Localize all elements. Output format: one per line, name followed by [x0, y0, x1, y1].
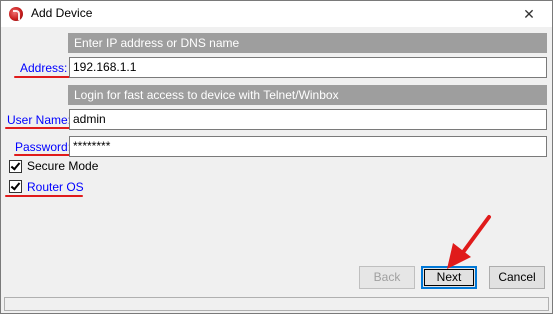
red-arrow-icon [447, 215, 491, 269]
add-device-dialog: Add Device ✕ Enter IP address or DNS nam… [0, 0, 553, 314]
back-button[interactable]: Back [359, 266, 415, 289]
router-os-annotation-underline [5, 195, 83, 197]
password-label: Password: [15, 140, 72, 154]
address-section-header: Enter IP address or DNS name [68, 33, 547, 53]
title-bar: Add Device ✕ [1, 1, 552, 27]
router-os-label: Router OS [27, 180, 84, 194]
app-icon [9, 7, 23, 21]
secure-mode-label: Secure Mode [27, 159, 99, 173]
secure-mode-checkbox[interactable] [9, 160, 22, 173]
check-icon [10, 180, 21, 191]
password-input[interactable]: ******** [69, 136, 547, 157]
status-bar [4, 297, 549, 311]
address-input[interactable]: 192.168.1.1 [69, 57, 547, 78]
router-os-checkbox[interactable] [9, 180, 22, 193]
username-input[interactable]: admin [69, 109, 547, 130]
username-label: User Name: [7, 113, 72, 127]
login-section-header: Login for fast access to device with Tel… [68, 85, 547, 105]
address-label: Address: [20, 61, 68, 75]
close-button[interactable]: ✕ [514, 2, 544, 26]
window-title: Add Device [31, 6, 93, 20]
check-icon [10, 160, 21, 171]
